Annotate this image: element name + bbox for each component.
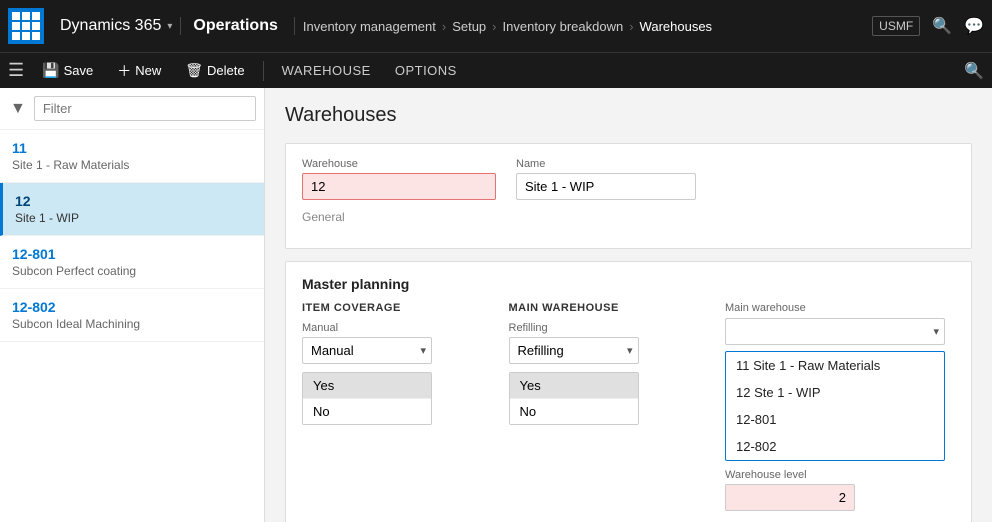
warehouse-level-input[interactable] bbox=[725, 484, 855, 511]
main-warehouse-col-panel: MAIN WAREHOUSE Refilling Refilling ▾ Yes… bbox=[509, 302, 716, 511]
item-id-12: 12 bbox=[15, 193, 252, 209]
manual-radio-list: Yes No bbox=[302, 372, 432, 425]
breadcrumb-item-active[interactable]: Warehouses bbox=[640, 19, 713, 34]
waffle-icon[interactable] bbox=[8, 8, 44, 44]
refilling-radio-list: Yes No bbox=[509, 372, 639, 425]
list-item-12-801[interactable]: 12-801 Subcon Perfect coating bbox=[0, 236, 264, 289]
list-item-12-802[interactable]: 12-802 Subcon Ideal Machining bbox=[0, 289, 264, 342]
filter-input[interactable] bbox=[34, 96, 256, 121]
breadcrumb-item-3[interactable]: Inventory breakdown bbox=[503, 19, 624, 34]
breadcrumb: Warehouses Inventory management › Setup … bbox=[303, 19, 872, 34]
new-label: New bbox=[135, 63, 161, 78]
item-name-12-801: Subcon Perfect coating bbox=[12, 264, 252, 278]
app-name: Operations bbox=[193, 17, 294, 35]
item-name-12-802: Subcon Ideal Machining bbox=[12, 317, 252, 331]
sidebar-filter-bar: ▼ bbox=[0, 88, 264, 130]
sidebar: ▼ 11 Site 1 - Raw Materials 12 Site 1 - … bbox=[0, 88, 265, 522]
warehouse-label: Warehouse bbox=[302, 158, 496, 170]
dropdown-item-12-801[interactable]: 12-801 bbox=[726, 406, 944, 433]
content-area: ▼ 11 Site 1 - Raw Materials 12 Site 1 - … bbox=[0, 88, 992, 522]
save-icon: 💾 bbox=[42, 62, 59, 79]
list-item-12[interactable]: 12 Site 1 - WIP bbox=[0, 183, 264, 236]
main-panel: Warehouses Warehouse Name General Master… bbox=[265, 88, 992, 522]
item-coverage-panel: ITEM COVERAGE Manual Manual ▾ Yes No bbox=[302, 302, 509, 511]
refilling-yes-option[interactable]: Yes bbox=[510, 373, 638, 399]
dropdown-item-12[interactable]: 12 Ste 1 - WIP bbox=[726, 379, 944, 406]
right-column: Main warehouse ▾ 11 Site 1 - Raw Materia… bbox=[715, 302, 955, 511]
item-id-12-801: 12-801 bbox=[12, 246, 252, 262]
refilling-no-option[interactable]: No bbox=[510, 399, 638, 424]
item-name-11: Site 1 - Raw Materials bbox=[12, 158, 252, 172]
save-button[interactable]: 💾 Save bbox=[32, 58, 103, 83]
notifications-icon[interactable]: 💬 bbox=[964, 16, 984, 36]
main-warehouse-label: MAIN WAREHOUSE bbox=[509, 302, 700, 314]
action-bar: ☰ 💾 Save ＋ New 🗑 Delete WAREHOUSE OPTION… bbox=[0, 52, 992, 88]
save-label: Save bbox=[64, 63, 94, 78]
name-label: Name bbox=[516, 158, 696, 170]
main-warehouse-field-label: Main warehouse bbox=[725, 302, 955, 314]
master-planning-section: Master planning ITEM COVERAGE Manual Man… bbox=[285, 261, 972, 522]
main-warehouse-select[interactable] bbox=[725, 318, 945, 345]
manual-no-option[interactable]: No bbox=[303, 399, 431, 424]
warehouse-field-group: Warehouse bbox=[302, 158, 496, 200]
master-planning-title: Master planning bbox=[302, 276, 955, 292]
nav-right-controls: USMF 🔍 💬 bbox=[872, 16, 984, 36]
warehouse-level-row: Warehouse level bbox=[725, 469, 955, 511]
global-search-icon[interactable]: 🔍 bbox=[932, 16, 952, 36]
breadcrumb-item-1[interactable]: Inventory management bbox=[303, 19, 436, 34]
brand-name-label: Dynamics 365 bbox=[60, 17, 161, 35]
top-navigation: Dynamics 365 ▾ Operations Warehouses Inv… bbox=[0, 0, 992, 52]
sidebar-list: 11 Site 1 - Raw Materials 12 Site 1 - WI… bbox=[0, 130, 264, 522]
action-bar-divider bbox=[263, 61, 264, 81]
warehouse-form-section: Warehouse Name General bbox=[285, 143, 972, 249]
delete-label: Delete bbox=[207, 63, 245, 78]
filter-icon[interactable]: ▼ bbox=[8, 98, 28, 120]
brand-chevron-icon: ▾ bbox=[167, 21, 172, 32]
delete-button[interactable]: 🗑 Delete bbox=[175, 58, 254, 83]
general-section-heading: General bbox=[302, 210, 955, 224]
entity-badge: USMF bbox=[872, 16, 920, 36]
hamburger-icon[interactable]: ☰ bbox=[8, 60, 24, 81]
manual-label: Manual bbox=[302, 322, 493, 334]
warehouse-name-row: Warehouse Name bbox=[302, 158, 955, 200]
main-warehouse-select-wrapper: ▾ bbox=[725, 318, 945, 345]
main-warehouse-dropdown: 11 Site 1 - Raw Materials 12 Ste 1 - WIP… bbox=[725, 351, 945, 461]
manual-select[interactable]: Manual bbox=[302, 337, 432, 364]
item-id-11: 11 bbox=[12, 140, 252, 156]
delete-icon: 🗑 bbox=[185, 62, 203, 79]
breadcrumb-sep-2: › bbox=[492, 19, 496, 34]
list-item-11[interactable]: 11 Site 1 - Raw Materials bbox=[0, 130, 264, 183]
dropdown-item-11[interactable]: 11 Site 1 - Raw Materials bbox=[726, 352, 944, 379]
breadcrumb-sep-3: › bbox=[629, 19, 633, 34]
new-button[interactable]: ＋ New bbox=[107, 57, 171, 85]
manual-yes-option[interactable]: Yes bbox=[303, 373, 431, 399]
breadcrumb-sep-1: › bbox=[442, 19, 446, 34]
item-id-12-802: 12-802 bbox=[12, 299, 252, 315]
planning-columns: ITEM COVERAGE Manual Manual ▾ Yes No bbox=[302, 302, 955, 511]
tab-warehouse[interactable]: WAREHOUSE bbox=[272, 59, 381, 82]
refilling-select-wrapper: Refilling ▾ bbox=[509, 337, 639, 364]
new-icon: ＋ bbox=[117, 61, 131, 81]
brand-name[interactable]: Dynamics 365 ▾ bbox=[52, 17, 181, 35]
item-coverage-label: ITEM COVERAGE bbox=[302, 302, 493, 314]
breadcrumb-item-2[interactable]: Setup bbox=[452, 19, 486, 34]
action-search-icon[interactable]: 🔍 bbox=[964, 61, 984, 81]
dropdown-item-12-802[interactable]: 12-802 bbox=[726, 433, 944, 460]
refilling-label: Refilling bbox=[509, 322, 700, 334]
name-field-group: Name bbox=[516, 158, 696, 200]
manual-select-wrapper: Manual ▾ bbox=[302, 337, 432, 364]
tab-options[interactable]: OPTIONS bbox=[385, 59, 467, 82]
refilling-select[interactable]: Refilling bbox=[509, 337, 639, 364]
name-input[interactable] bbox=[516, 173, 696, 200]
item-name-12: Site 1 - WIP bbox=[15, 211, 252, 225]
warehouse-input[interactable] bbox=[302, 173, 496, 200]
page-title: Warehouses bbox=[285, 104, 972, 127]
warehouse-level-label: Warehouse level bbox=[725, 469, 955, 481]
